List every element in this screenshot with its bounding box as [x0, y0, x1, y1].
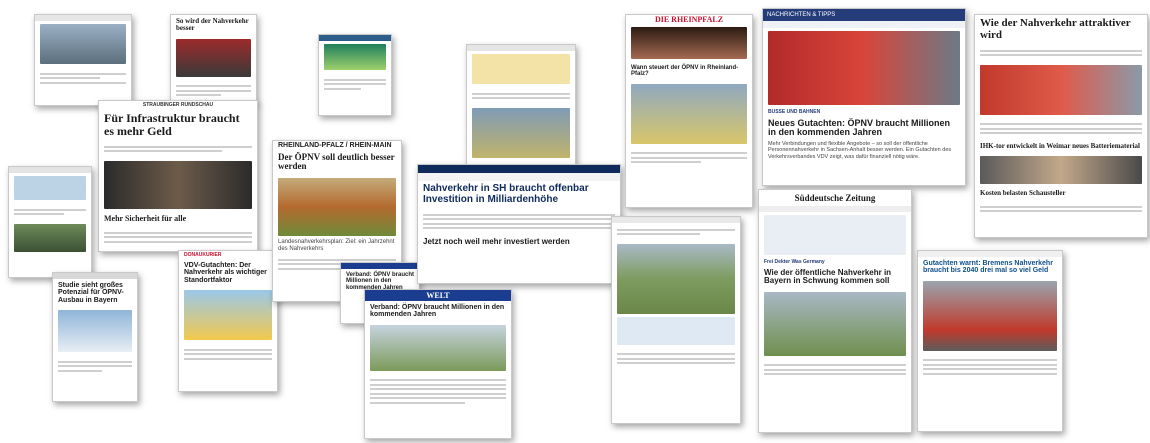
clipping-web-field	[611, 216, 741, 424]
clipping-web-mid	[466, 44, 576, 184]
masthead: DONAUKURIER	[184, 252, 222, 258]
clipping-straubinger: STRAUBINGER RUNDSCHAU Für Infrastruktur …	[98, 100, 258, 252]
clipping-sz-web: Süddeutsche Zeitung Frei Dekter Was Germ…	[758, 189, 912, 433]
masthead: WELT	[365, 290, 511, 301]
headline: Gutachten warnt: Bremens Nahverkehr brau…	[923, 260, 1053, 275]
clipping-shz: Nahverkehr in SH braucht offenbar Invest…	[417, 164, 621, 284]
clipping-pnp: Studie sieht großes Potenzial für ÖPNV-A…	[52, 272, 138, 402]
clipping-donaukurier: DONAUKURIER VDV-Gutachten: Der Nahverkeh…	[178, 250, 278, 392]
promo: Frei Dekter Was Germany	[764, 259, 825, 265]
headline: Der ÖPNV soll deutlich besser werden	[278, 152, 395, 172]
headline: So wird der Nahverkehr besser	[176, 17, 249, 33]
clipping-weimar: Wie der Nahverkehr attraktiver wird IHK-…	[974, 14, 1148, 238]
subheadline: Jetzt noch weil mehr investiert werden	[423, 236, 570, 246]
headline: Für Infrastruktur braucht es mehr Geld	[104, 111, 240, 138]
clipping-welt: WELT Verband: ÖPNV braucht Millionen in …	[364, 289, 512, 439]
clipping-web-top-left	[34, 14, 132, 106]
headline: Wie der Nahverkehr attraktiver wird	[980, 17, 1131, 41]
subheadline: Landesnahverkehrsplan: Ziel: ein Jahrzeh…	[278, 238, 395, 253]
headline: Verband: ÖPNV braucht Millionen in den k…	[370, 304, 505, 319]
clipping-web-left-mid	[8, 166, 92, 278]
headline: Studie sieht großes Potenzial für ÖPNV-A…	[58, 282, 124, 304]
headline: Wann steuert der ÖPNV in Rheinland-Pfalz…	[631, 65, 739, 78]
masthead: Süddeutsche Zeitung	[794, 193, 876, 203]
clipping-sz-print: So wird der Nahverkehr besser	[170, 14, 257, 104]
subheadline-2: Kosten belasten Schausteller	[980, 188, 1066, 197]
kicker: BUSSE UND BAHNEN	[768, 109, 821, 115]
clipping-web-green	[318, 34, 392, 116]
masthead: RHEINLAND-PFALZ / RHEIN-MAIN	[278, 142, 392, 149]
headline: Wie der öffentliche Nahverkehr in Bayern…	[764, 268, 892, 286]
headline: Neues Gutachten: ÖPNV braucht Millionen …	[768, 118, 951, 138]
subheadline: Mehr Sicherheit für alle	[104, 213, 187, 223]
body: Mehr Verbindungen und flexible Angebote …	[768, 140, 952, 161]
clipping-bremen: Gutachten warnt: Bremens Nahverkehr brau…	[917, 250, 1063, 432]
headline: Nahverkehr in SH braucht offenbar Invest…	[423, 183, 589, 205]
masthead: DIE RHEINPFALZ	[654, 15, 724, 24]
subheadline: IHK-tor entwickelt in Weimar neues Batte…	[980, 141, 1140, 150]
masthead: STRAUBINGER RUNDSCHAU	[142, 102, 214, 108]
clipping-nachrichten: NACHRICHTEN & TIPPS BUSSE UND BAHNEN Neu…	[762, 8, 966, 186]
masthead: NACHRICHTEN & TIPPS	[763, 9, 965, 21]
headline: VDV-Gutachten: Der Nahverkehr als wichti…	[184, 262, 267, 284]
clipping-rheinpfalz-web: DIE RHEINPFALZ Wann steuert der ÖPNV in …	[625, 14, 753, 208]
